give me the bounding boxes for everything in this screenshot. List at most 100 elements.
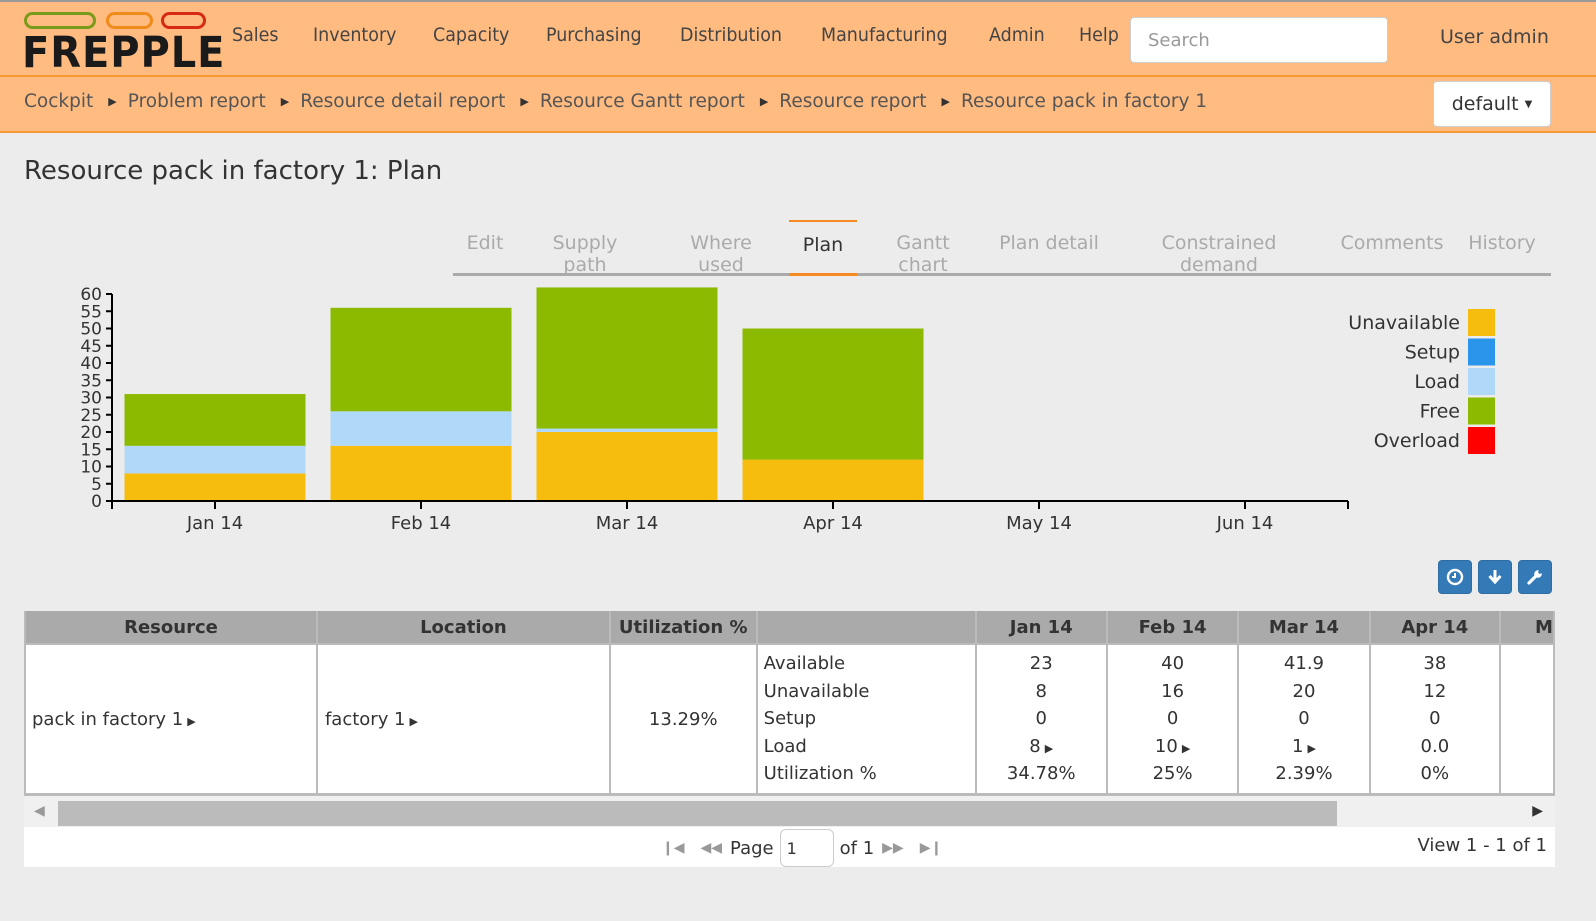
column-header-bucket[interactable]: M — [1499, 611, 1555, 645]
bucket-value: 12 — [1423, 680, 1447, 702]
caret-right-icon[interactable]: ▶ — [1045, 742, 1053, 755]
bucket-value: 23 — [1029, 653, 1053, 675]
load-value[interactable]: 1 — [1292, 736, 1303, 757]
breadcrumb-current: Resource pack in factory 1 — [961, 91, 1208, 112]
x-tick-label: Mar 14 — [596, 513, 659, 534]
menu-distribution[interactable]: Distribution — [680, 24, 782, 46]
tab-history[interactable]: History — [1467, 220, 1537, 276]
bucket-value: 41.9 — [1283, 653, 1324, 675]
breadcrumb-item[interactable]: Cockpit — [24, 91, 93, 112]
scroll-right-icon[interactable]: ▶ — [1532, 803, 1543, 819]
scenario-dropdown[interactable]: default ▼ — [1433, 81, 1551, 127]
y-tick-label: 15 — [80, 440, 102, 460]
location-cell[interactable]: factory 1 ▶ — [315, 643, 611, 795]
menu-purchasing[interactable]: Purchasing — [546, 24, 642, 46]
bucket-value: 2.39% — [1275, 763, 1333, 785]
resource-cell[interactable]: pack in factory 1 ▶ — [24, 643, 318, 795]
tab-gantt-chart[interactable]: Gantt chart — [869, 220, 977, 276]
breadcrumb: Cockpit ▶ Problem report ▶ Resource deta… — [24, 91, 1207, 112]
bar-segment-load — [330, 411, 512, 446]
wrench-icon — [1527, 570, 1542, 585]
page-of-label: of 1 — [839, 837, 875, 859]
configure-button[interactable] — [1518, 560, 1552, 594]
tab-where-used[interactable]: Where used — [665, 220, 777, 276]
breadcrumb-separator-icon: ▶ — [759, 95, 769, 108]
bucket-value: 34.78% — [1006, 763, 1076, 785]
column-header-bucket[interactable]: Apr 14 — [1368, 611, 1502, 645]
breadcrumb-item[interactable]: Resource Gantt report — [540, 91, 745, 112]
tab-supply-path[interactable]: Supply path — [529, 220, 641, 276]
legend-label: Free — [1420, 401, 1460, 423]
bucket-cell: 23 8 0 8 ▶ 34.78% — [974, 643, 1108, 795]
load-value[interactable]: 10 — [1155, 736, 1178, 757]
tab-plan[interactable]: Plan — [789, 220, 857, 276]
breadcrumb-item[interactable]: Resource detail report — [300, 91, 505, 112]
y-tick-label: 20 — [80, 423, 102, 443]
time-buckets-button[interactable] — [1438, 560, 1472, 594]
tab-constrained-demand[interactable]: Constrained demand — [1123, 220, 1315, 276]
caret-right-icon[interactable]: ▶ — [187, 715, 195, 728]
measure-label: Utilization % — [763, 763, 877, 785]
bar-segment-unavailable — [536, 432, 718, 501]
scenario-selected: default — [1451, 93, 1519, 115]
menu-help[interactable]: Help — [1079, 24, 1119, 46]
view-records-label: View 1 - 1 of 1 — [1417, 835, 1547, 856]
column-header-resource[interactable]: Resource — [24, 611, 318, 645]
first-page-icon[interactable]: ❙◀ — [662, 840, 685, 856]
scroll-left-icon[interactable]: ◀ — [34, 803, 45, 819]
location-name[interactable]: factory 1 — [325, 709, 406, 730]
caret-right-icon[interactable]: ▶ — [1307, 742, 1315, 755]
grid-header-row: Resource Location Utilization % Jan 14 F… — [24, 611, 1555, 645]
bar-segment-free — [330, 307, 512, 412]
menu-inventory[interactable]: Inventory — [313, 24, 397, 46]
bar-segment-unavailable — [330, 445, 512, 501]
tab-comments[interactable]: Comments — [1339, 220, 1445, 276]
resource-name[interactable]: pack in factory 1 — [32, 709, 183, 730]
scrollbar-thumb[interactable] — [58, 801, 1337, 826]
download-icon — [1488, 570, 1502, 585]
load-value-link[interactable]: 1 ▶ — [1239, 733, 1368, 761]
column-header-location[interactable]: Location — [315, 611, 611, 645]
load-value-link[interactable]: 10 ▶ — [1108, 733, 1237, 761]
breadcrumb-item[interactable]: Problem report — [128, 91, 266, 112]
measure-label: Load — [763, 735, 807, 757]
tab-plan-detail[interactable]: Plan detail — [999, 220, 1099, 276]
frepple-logo[interactable]: FREPPLE — [22, 10, 224, 78]
user-menu[interactable]: User admin — [1440, 26, 1549, 48]
column-header-utilization[interactable]: Utilization % — [608, 611, 758, 645]
menu-admin[interactable]: Admin — [989, 24, 1045, 46]
menu-sales[interactable]: Sales — [232, 24, 279, 46]
column-header-bucket[interactable]: Feb 14 — [1105, 611, 1240, 645]
page-title: Resource pack in factory 1: Plan — [24, 156, 443, 186]
grid-table: Resource Location Utilization % Jan 14 F… — [24, 611, 1555, 795]
grid-toolbar — [1438, 560, 1552, 594]
menu-manufacturing[interactable]: Manufacturing — [821, 24, 948, 46]
last-page-icon[interactable]: ▶❙ — [920, 840, 943, 856]
legend-swatch-setup — [1468, 338, 1495, 366]
page-input[interactable] — [779, 829, 834, 867]
column-header-bucket[interactable]: Mar 14 — [1237, 611, 1371, 645]
bar-segment-unavailable — [124, 473, 306, 501]
prev-page-icon[interactable]: ◀◀ — [701, 840, 723, 856]
next-page-icon[interactable]: ▶▶ — [882, 840, 904, 856]
utilization-cell: 13.29% — [608, 643, 758, 795]
tab-edit[interactable]: Edit — [465, 220, 505, 276]
menu-capacity[interactable]: Capacity — [433, 24, 509, 46]
capacity-chart: 051015202530354045505560 Jan 14 Feb 14 Mar … — [80, 285, 1495, 534]
bucket-cell: 41.9 20 0 1 ▶ 2.39% — [1237, 643, 1371, 795]
load-value-link[interactable]: 8 ▶ — [977, 733, 1106, 761]
main-menu: Sales Inventory Capacity Purchasing Dist… — [232, 24, 1153, 46]
bucket-value: 20 — [1292, 680, 1316, 702]
column-header-bucket[interactable]: Jan 14 — [974, 611, 1108, 645]
load-value[interactable]: 8 — [1029, 736, 1040, 757]
bucket-value: 0 — [1429, 708, 1441, 730]
export-button[interactable] — [1478, 560, 1512, 594]
horizontal-scrollbar[interactable]: ◀ ▶ — [24, 794, 1555, 827]
x-tick-label: Jan 14 — [186, 513, 243, 534]
caret-right-icon[interactable]: ▶ — [410, 715, 418, 728]
breadcrumb-item[interactable]: Resource report — [779, 91, 926, 112]
y-tick-label: 45 — [80, 337, 102, 357]
bar-segment-free — [124, 394, 306, 446]
search-input[interactable] — [1130, 17, 1388, 63]
caret-right-icon[interactable]: ▶ — [1182, 742, 1190, 755]
